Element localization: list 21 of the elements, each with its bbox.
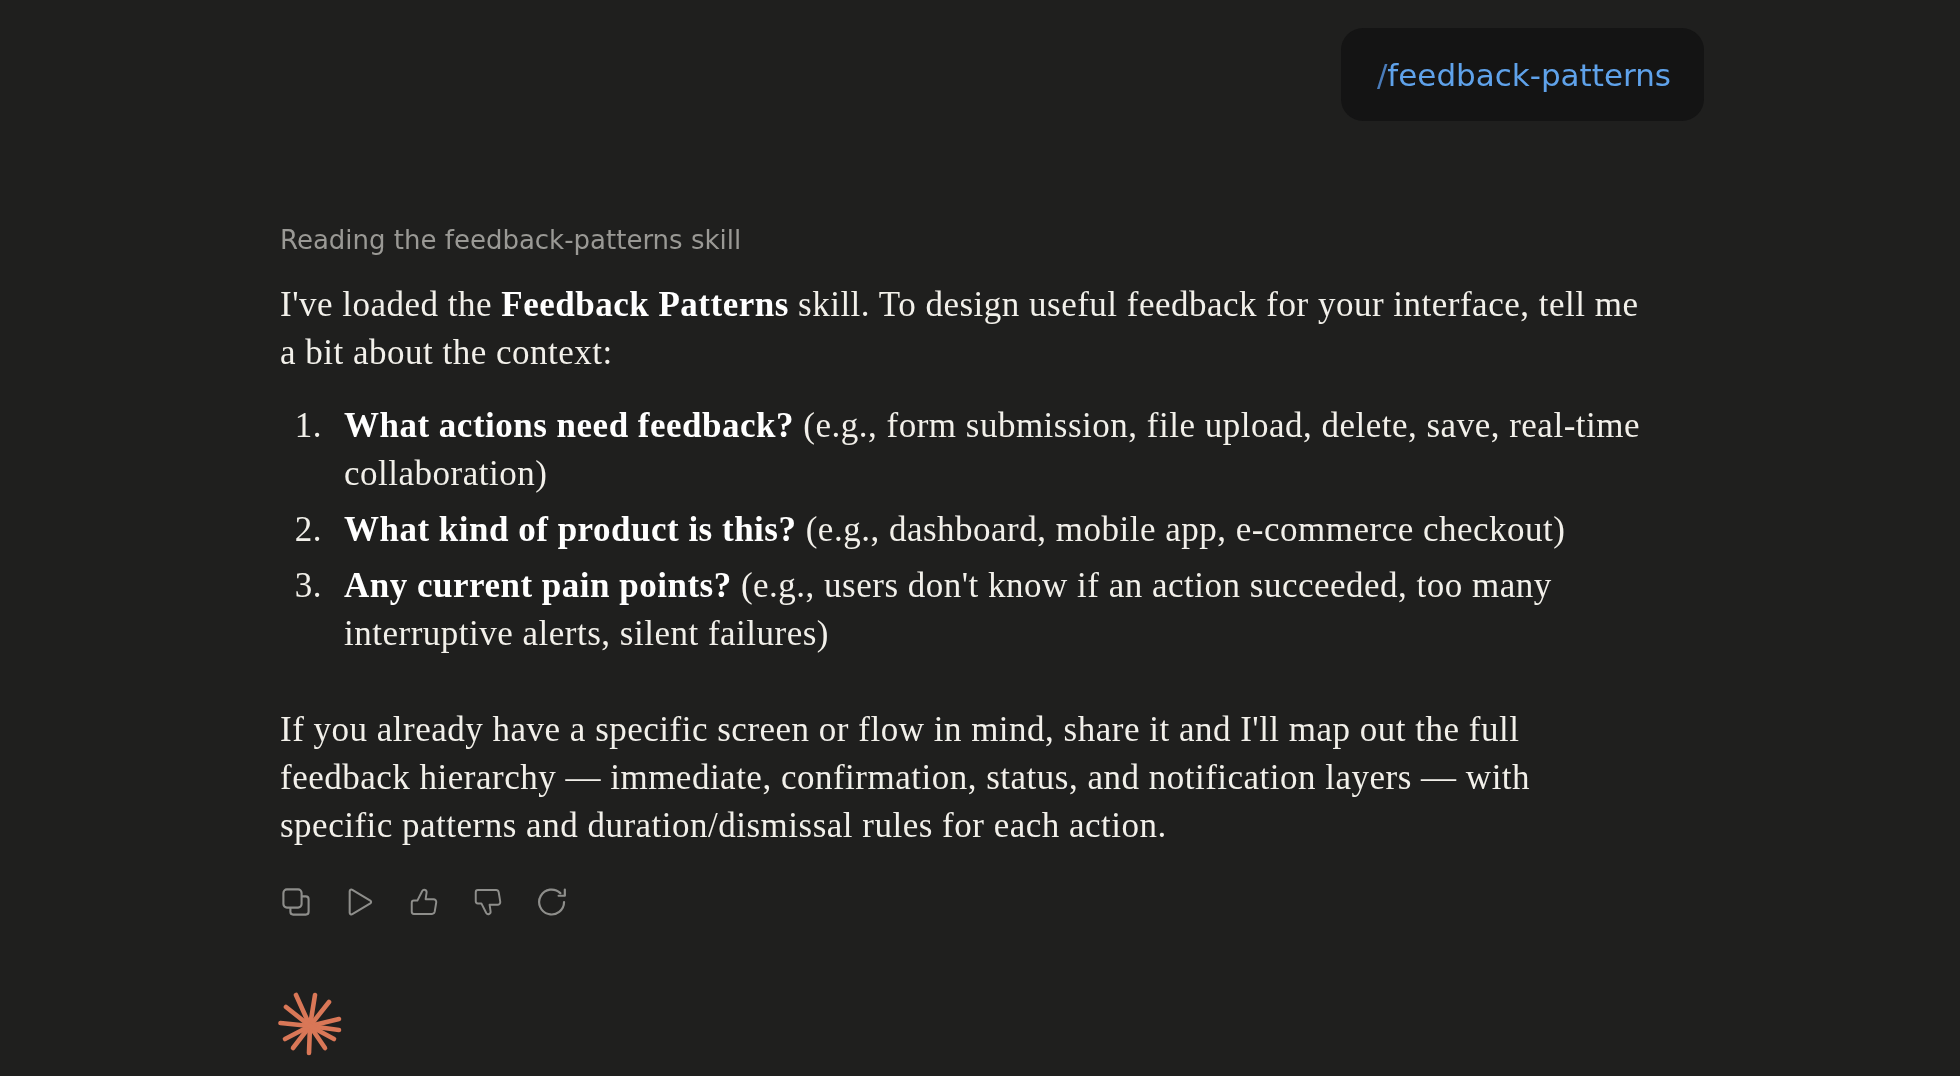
question-text: What kind of product is this? (e.g., dashboard, mobile app, e-commerce checkout) (344, 509, 1566, 551)
copy-button[interactable] (280, 886, 312, 918)
status-text: Reading the feedback-patterns skill (280, 224, 742, 257)
command-name: feedback-patterns (1387, 55, 1671, 95)
command-slash: / (1376, 55, 1388, 95)
thumbs-down-icon (474, 888, 502, 916)
intro-paragraph: I've loaded the Feedback Patterns skill. To design useful feedback for your interface, tell me a bit about the context: (280, 284, 1640, 374)
question-text: What actions need feedback? (e.g., form submission, file upload, delete, save, real-time collaboration) (344, 405, 1641, 495)
list-number: 2. (294, 509, 322, 551)
list-number: 3. (294, 565, 322, 607)
copy-icon (282, 888, 310, 916)
closing-paragraph: If you already have a specific screen or flow in mind, share it and I'll map out the full feedback hierarchy — immediate, confirmation, status, and notification layers — with specific patterns and duration/dismissal rules for each action. (280, 709, 1532, 847)
retry-icon (537, 888, 567, 916)
thumbs-up-icon (410, 888, 438, 916)
question-text: Any current pain points? (e.g., users don't know if an action succeeded, too many interruptive alerts, silent failures) (344, 565, 1553, 655)
list-number: 1. (294, 405, 322, 447)
play-icon (346, 888, 374, 916)
starburst-icon (278, 992, 342, 1056)
thumbs-down-button[interactable] (472, 886, 504, 918)
thumbs-up-button[interactable] (408, 886, 440, 918)
retry-button[interactable] (536, 886, 568, 918)
